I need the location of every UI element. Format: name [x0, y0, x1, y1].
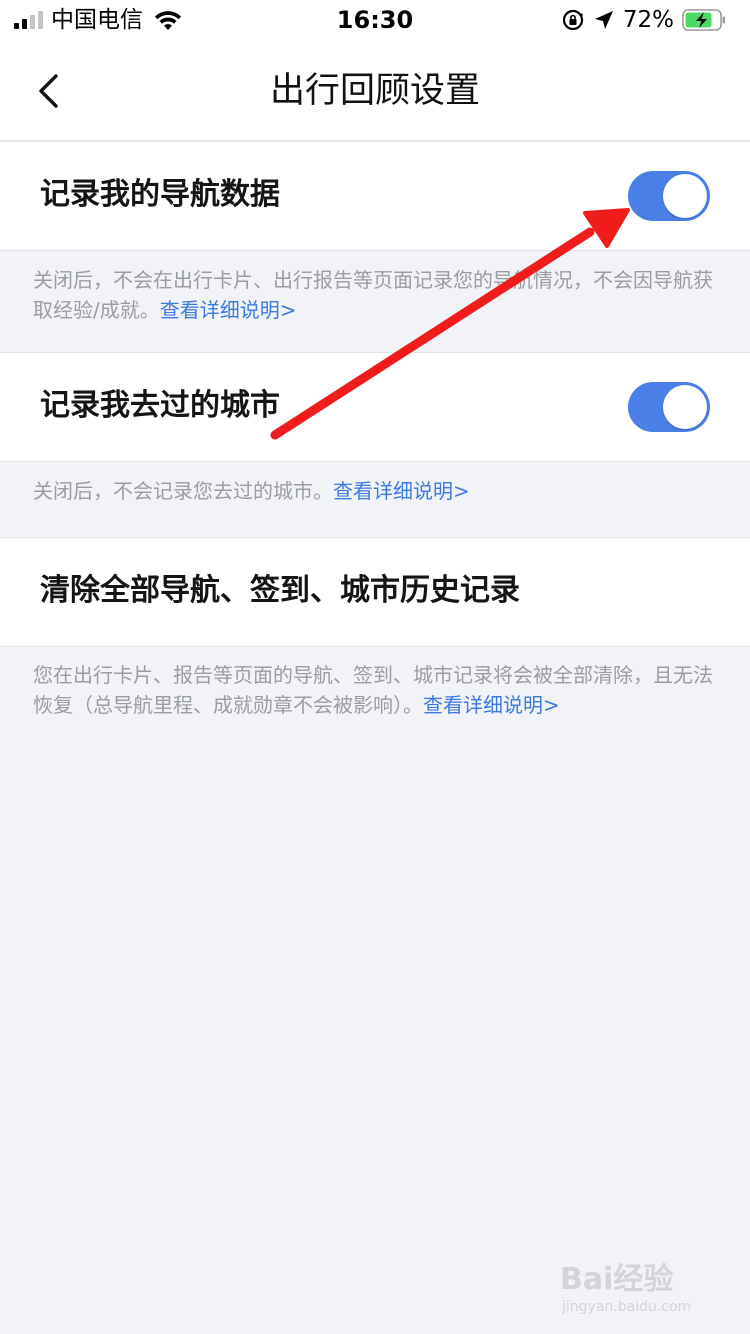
- setting-description: 关闭后，不会记录您去过的城市。查看详细说明>: [33, 476, 723, 506]
- clear-history-row[interactable]: 清除全部导航、签到、城市历史记录: [0, 537, 750, 647]
- setting-row-record-navigation: 记录我的导航数据: [0, 141, 750, 251]
- navigation-bar: 出行回顾设置: [0, 40, 750, 141]
- details-link[interactable]: 查看详细说明>: [333, 479, 470, 503]
- clear-history-description: 您在出行卡片、报告等页面的导航、签到、城市记录将会被全部清除，且无法恢复（总导航…: [33, 660, 723, 720]
- watermark-url: jingyan.baidu.com: [562, 1299, 692, 1315]
- battery-charging-icon: [682, 9, 725, 31]
- record-cities-toggle[interactable]: [628, 382, 710, 432]
- watermark: Bai经验 jingyan.baidu.com: [560, 1262, 710, 1324]
- battery-percent: 72%: [622, 7, 674, 33]
- watermark-logo: Bai经验: [560, 1262, 674, 1297]
- status-bar-right: 72%: [561, 6, 726, 34]
- clear-history-label: 清除全部导航、签到、城市历史记录: [40, 573, 520, 608]
- setting-row-record-cities: 记录我去过的城市: [0, 352, 750, 462]
- description-text: 关闭后，不会记录您去过的城市。: [33, 479, 333, 503]
- description-text: 关闭后，不会在出行卡片、出行报告等页面记录您的导航情况，不会因导航获取经验/成就…: [33, 268, 713, 322]
- setting-description: 关闭后，不会在出行卡片、出行报告等页面记录您的导航情况，不会因导航获取经验/成就…: [33, 265, 723, 325]
- page-title: 出行回顾设置: [269, 71, 480, 111]
- details-link[interactable]: 查看详细说明>: [160, 298, 297, 322]
- location-arrow-icon: [594, 11, 613, 29]
- orientation-lock-icon: [562, 9, 583, 31]
- details-link[interactable]: 查看详细说明>: [423, 693, 560, 717]
- setting-label: 记录我的导航数据: [40, 177, 280, 212]
- setting-label: 记录我去过的城市: [40, 388, 280, 423]
- record-navigation-toggle[interactable]: [628, 171, 710, 221]
- description-text: 您在出行卡片、报告等页面的导航、签到、城市记录将会被全部清除，且无法恢复（总导航…: [33, 663, 713, 717]
- toggle-knob: [663, 385, 707, 429]
- toggle-knob: [663, 174, 707, 218]
- status-bar: 中国电信 16:30 72%: [0, 0, 750, 40]
